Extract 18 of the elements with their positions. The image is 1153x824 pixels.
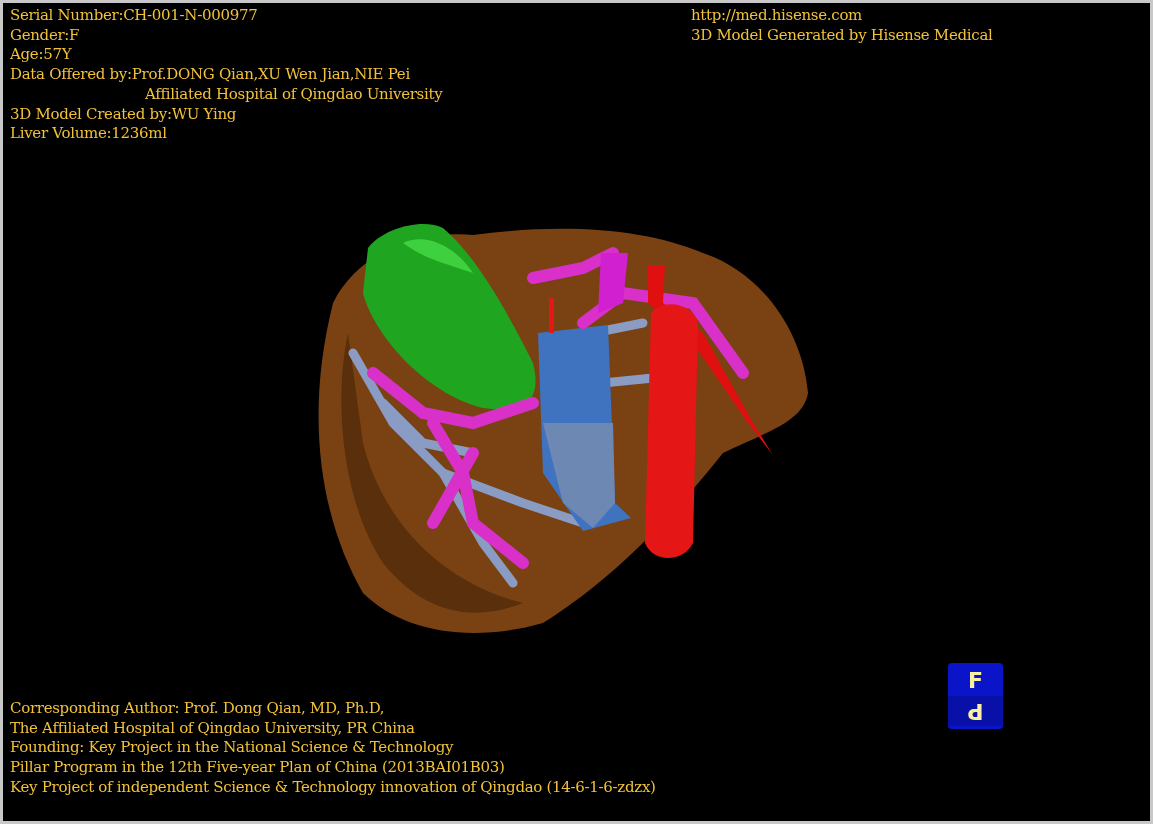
- info-text: Liver Volume:1236ml: [10, 124, 167, 144]
- cube-face-label: F: [968, 667, 983, 695]
- credit-text: Founding: Key Project in the National Science & Technology: [10, 738, 454, 759]
- info-text: Serial Number:CH-001-N-000977: [10, 6, 258, 26]
- credit-text: Corresponding Author: Prof. Dong Qian, MD, Ph.D,: [10, 699, 385, 719]
- cube-face-label: P: [948, 696, 1003, 726]
- info-text: Data Offered by:Prof.DONG Qian,XU Wen Jian,NIE Pei: [10, 65, 410, 85]
- branding-text: http://med.hisense.com: [691, 6, 863, 26]
- info-text: Affiliated Hospital of Qingdao University: [144, 84, 443, 105]
- branding-text: 3D Model Generated by Hisense Medical: [691, 25, 993, 46]
- liver-model-drawing[interactable]: [318, 224, 808, 633]
- orientation-cube[interactable]: F P: [948, 663, 1003, 729]
- credit-text: Key Project of independent Science & Technology innovation of Qingdao (14-6-1-6-zdzx): [10, 777, 656, 798]
- info-text: 3D Model Created by:WU Ying: [10, 104, 237, 125]
- info-text: Gender:F: [10, 25, 80, 46]
- credit-text: Pillar Program in the 12th Five-year Plan of China (2013BAI01B03): [10, 758, 505, 778]
- credit-text: The Affiliated Hospital of Qingdao University, PR China: [10, 718, 415, 739]
- info-text: Age:57Y: [10, 45, 72, 66]
